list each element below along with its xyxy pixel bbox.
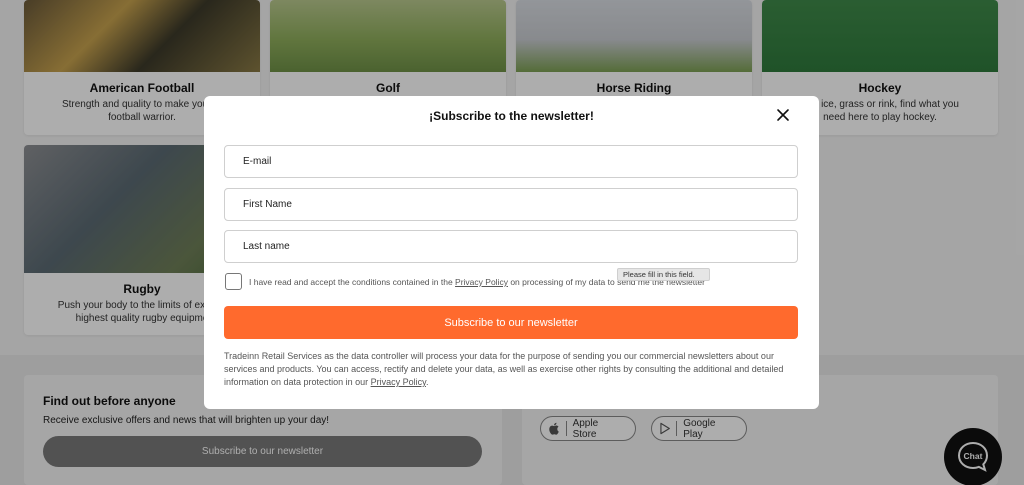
modal-title: ¡Subscribe to the newsletter!: [429, 109, 594, 123]
consent-row: I have read and accept the conditions co…: [225, 273, 805, 291]
close-button[interactable]: [773, 105, 793, 125]
email-field[interactable]: [224, 145, 798, 178]
last-name-field[interactable]: [224, 230, 798, 263]
consent-checkbox[interactable]: [225, 273, 242, 290]
legal-notice: Tradeinn Retail Services as the data con…: [224, 351, 784, 387]
legal-privacy-policy-link[interactable]: Privacy Policy: [371, 377, 426, 387]
newsletter-modal: ¡Subscribe to the newsletter! I have rea…: [204, 96, 819, 409]
first-name-field[interactable]: [224, 188, 798, 221]
subscribe-button[interactable]: Subscribe to our newsletter: [224, 306, 798, 339]
validation-tooltip: Please fill in this field.: [617, 268, 710, 281]
privacy-policy-link[interactable]: Privacy Policy: [455, 277, 508, 287]
close-icon: [777, 109, 789, 121]
